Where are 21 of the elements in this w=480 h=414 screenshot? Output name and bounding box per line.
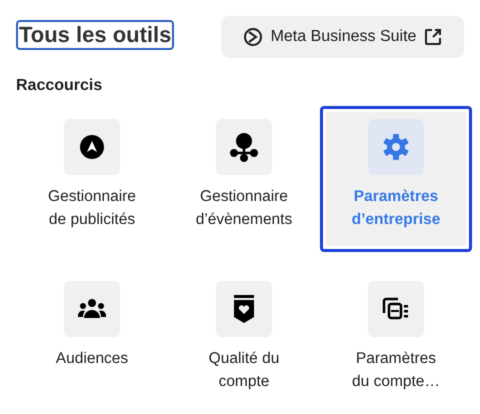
shield-heart-icon xyxy=(233,295,255,323)
shortcut-label: Qualité du compte xyxy=(208,349,280,392)
section-heading: Raccourcis xyxy=(16,76,104,96)
meta-business-suite-button[interactable]: Meta Business Suite xyxy=(221,16,464,58)
shortcut-tile[interactable]: Paramètres d’entreprise xyxy=(320,106,472,252)
shortcut-tile[interactable]: Qualité du compte xyxy=(168,268,320,414)
shortcut-label: Paramètres du compte… xyxy=(352,349,440,392)
external-link-icon xyxy=(424,28,442,46)
shortcut-label: Gestionnaire de publicités xyxy=(48,187,136,230)
shortcut-tile[interactable]: Audiences xyxy=(16,268,168,414)
shortcut-tile[interactable]: Paramètres du compte… xyxy=(320,268,472,414)
shortcut-label: Audiences xyxy=(56,349,128,369)
shortcut-tile[interactable]: Gestionnaire d’évènements xyxy=(168,106,320,252)
stacked-cards-icon xyxy=(382,297,410,321)
shortcut-tile[interactable]: Gestionnaire de publicités xyxy=(16,106,168,252)
gear-icon xyxy=(383,134,409,160)
page-title: Tous les outils xyxy=(16,20,174,50)
people-icon xyxy=(78,299,106,319)
shortcut-label: Paramètres d’entreprise xyxy=(352,187,440,230)
network-nodes-icon xyxy=(229,132,259,162)
shortcut-label: Gestionnaire d’évènements xyxy=(196,187,292,230)
